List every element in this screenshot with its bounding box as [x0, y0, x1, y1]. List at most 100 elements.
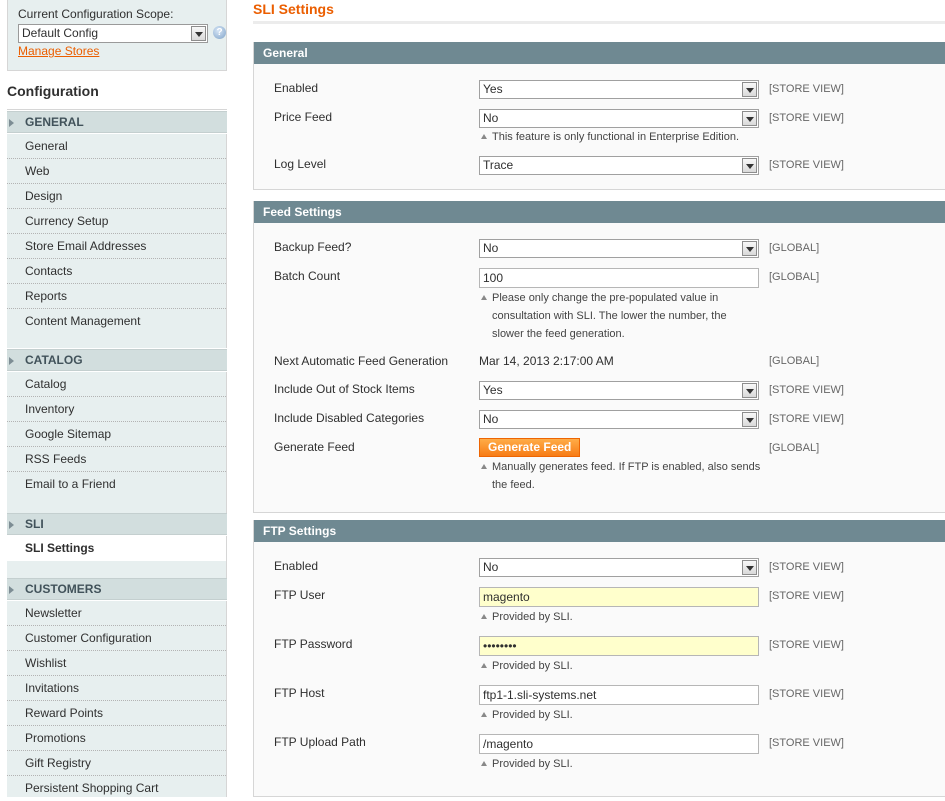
section-body: Enabled Yes [STORE VIEW] Price Feed No […	[254, 64, 945, 190]
ftp-path-input[interactable]: /magento	[479, 734, 759, 754]
scope-tag: [GLOBAL]	[769, 271, 820, 283]
dropdown-arrow-icon[interactable]	[191, 26, 206, 41]
ftp-host-label: FTP Host	[274, 686, 325, 700]
group-title: CATALOG	[25, 353, 83, 367]
dropdown-arrow-icon[interactable]	[742, 111, 757, 126]
select-value: Yes	[483, 383, 503, 397]
nav-item-contacts[interactable]: Contacts	[7, 259, 226, 284]
group-general-list: General Web Design Currency Setup Store …	[7, 134, 227, 348]
note-text: Provided by SLI.	[492, 611, 573, 623]
nav-item-design[interactable]: Design	[7, 184, 226, 209]
select-value: No	[483, 412, 499, 426]
ftp-password-input[interactable]: ••••••••	[479, 636, 759, 656]
scope-tag: [STORE VIEW]	[769, 413, 844, 425]
nav-item-gift-registry[interactable]: Gift Registry	[7, 751, 226, 776]
group-customers[interactable]: CUSTOMERS	[7, 578, 227, 600]
help-icon[interactable]: ?	[213, 26, 226, 39]
arrow-up-icon	[481, 614, 487, 619]
backup-feed-select[interactable]: No	[479, 239, 759, 258]
scope-label: Current Configuration Scope:	[18, 7, 174, 21]
nav-item-web[interactable]: Web	[7, 159, 226, 184]
group-title: CUSTOMERS	[25, 582, 102, 596]
log-level-label: Log Level	[274, 157, 327, 171]
ftp-host-input[interactable]: ftp1-1.sli-systems.net	[479, 685, 759, 705]
section-header[interactable]: FTP Settings	[254, 520, 945, 542]
section-header[interactable]: General	[254, 42, 945, 64]
dropdown-arrow-icon[interactable]	[742, 383, 757, 398]
nav-item-email-to-a-friend[interactable]: Email to a Friend	[7, 472, 226, 497]
triangle-right-icon	[9, 119, 14, 127]
note-line: Please only change the pre-populated val…	[492, 292, 719, 304]
scope-select[interactable]: Default Config	[18, 24, 208, 43]
note-text: Provided by SLI.	[492, 709, 573, 721]
nav-item-persistent-shopping-cart[interactable]: Persistent Shopping Cart	[7, 776, 226, 801]
dropdown-arrow-icon[interactable]	[742, 241, 757, 256]
group-general[interactable]: GENERAL	[7, 111, 227, 133]
section-header[interactable]: Feed Settings	[254, 201, 945, 223]
group-sli[interactable]: SLI	[7, 513, 227, 535]
group-title: GENERAL	[25, 115, 84, 129]
note-line: consultation with SLI. The lower the num…	[492, 310, 727, 322]
note-line: slower the feed generation.	[492, 328, 625, 340]
dropdown-arrow-icon[interactable]	[742, 158, 757, 173]
dropdown-arrow-icon[interactable]	[742, 560, 757, 575]
batch-count-note: Please only change the pre-populated val…	[481, 289, 761, 343]
generate-feed-button[interactable]: Generate Feed	[479, 438, 581, 457]
section-body: Backup Feed? No [GLOBAL] Batch Count 100…	[254, 223, 945, 513]
scope-tag: [GLOBAL]	[769, 242, 820, 254]
nav-item-reports[interactable]: Reports	[7, 284, 226, 309]
ftp-path-note: Provided by SLI.	[481, 755, 761, 773]
group-catalog[interactable]: CATALOG	[7, 349, 227, 371]
log-level-select[interactable]: Trace	[479, 156, 759, 175]
scope-tag: [STORE VIEW]	[769, 384, 844, 396]
dropdown-arrow-icon[interactable]	[742, 412, 757, 427]
nav-item-rss-feeds[interactable]: RSS Feeds	[7, 447, 226, 472]
nav-item-invitations[interactable]: Invitations	[7, 676, 226, 701]
disabled-categories-select[interactable]: No	[479, 410, 759, 429]
arrow-up-icon	[481, 134, 487, 139]
ftp-password-label: FTP Password	[274, 637, 353, 651]
nav-item-newsletter[interactable]: Newsletter	[7, 601, 226, 626]
select-value: No	[483, 241, 499, 255]
select-value: No	[483, 560, 499, 574]
batch-count-input[interactable]: 100	[479, 268, 759, 288]
nav-item-google-sitemap[interactable]: Google Sitemap	[7, 422, 226, 447]
group-sli-list: SLI Settings	[7, 536, 227, 561]
section-general: General Enabled Yes [STORE VIEW] Price F…	[253, 42, 945, 190]
nav-item-store-email-addresses[interactable]: Store Email Addresses	[7, 234, 226, 259]
enabled-select[interactable]: Yes	[479, 80, 759, 99]
batch-count-label: Batch Count	[274, 269, 341, 283]
out-of-stock-label: Include Out of Stock Items	[274, 382, 415, 396]
nav-item-currency-setup[interactable]: Currency Setup	[7, 209, 226, 234]
manage-stores-link[interactable]: Manage Stores	[18, 44, 99, 58]
disabled-categories-label: Include Disabled Categories	[274, 411, 425, 425]
nav-item-catalog[interactable]: Catalog	[7, 372, 226, 397]
note-text: Provided by SLI.	[492, 758, 573, 770]
scope-tag: [STORE VIEW]	[769, 639, 844, 651]
arrow-up-icon	[481, 712, 487, 717]
nav-item-general[interactable]: General	[7, 134, 226, 159]
select-value: Yes	[483, 82, 503, 96]
dropdown-arrow-icon[interactable]	[742, 82, 757, 97]
scope-tag: [STORE VIEW]	[769, 112, 844, 124]
nav-item-wishlist[interactable]: Wishlist	[7, 651, 226, 676]
nav-item-reward-points[interactable]: Reward Points	[7, 701, 226, 726]
price-feed-select[interactable]: No	[479, 109, 759, 128]
nav-item-customer-configuration[interactable]: Customer Configuration	[7, 626, 226, 651]
note-text: Provided by SLI.	[492, 660, 573, 672]
nav-item-inventory[interactable]: Inventory	[7, 397, 226, 422]
ftp-user-note: Provided by SLI.	[481, 608, 761, 626]
ftp-user-input[interactable]: magento	[479, 587, 759, 607]
nav-item-promotions[interactable]: Promotions	[7, 726, 226, 751]
nav-item-content-management[interactable]: Content Management	[7, 309, 226, 334]
price-feed-note: This feature is only functional in Enter…	[481, 128, 761, 146]
section-feed-settings: Feed Settings Backup Feed? No [GLOBAL] B…	[253, 201, 945, 513]
divider	[253, 21, 945, 24]
next-feed-label: Next Automatic Feed Generation	[274, 354, 449, 368]
generate-feed-label: Generate Feed	[274, 440, 355, 454]
sidebar: Current Configuration Scope: Default Con…	[0, 0, 227, 797]
section-ftp-settings: FTP Settings Enabled No [STORE VIEW] FTP…	[253, 520, 945, 797]
nav-item-sli-settings[interactable]: SLI Settings	[7, 536, 226, 561]
out-of-stock-select[interactable]: Yes	[479, 381, 759, 400]
ftp-enabled-select[interactable]: No	[479, 558, 759, 577]
